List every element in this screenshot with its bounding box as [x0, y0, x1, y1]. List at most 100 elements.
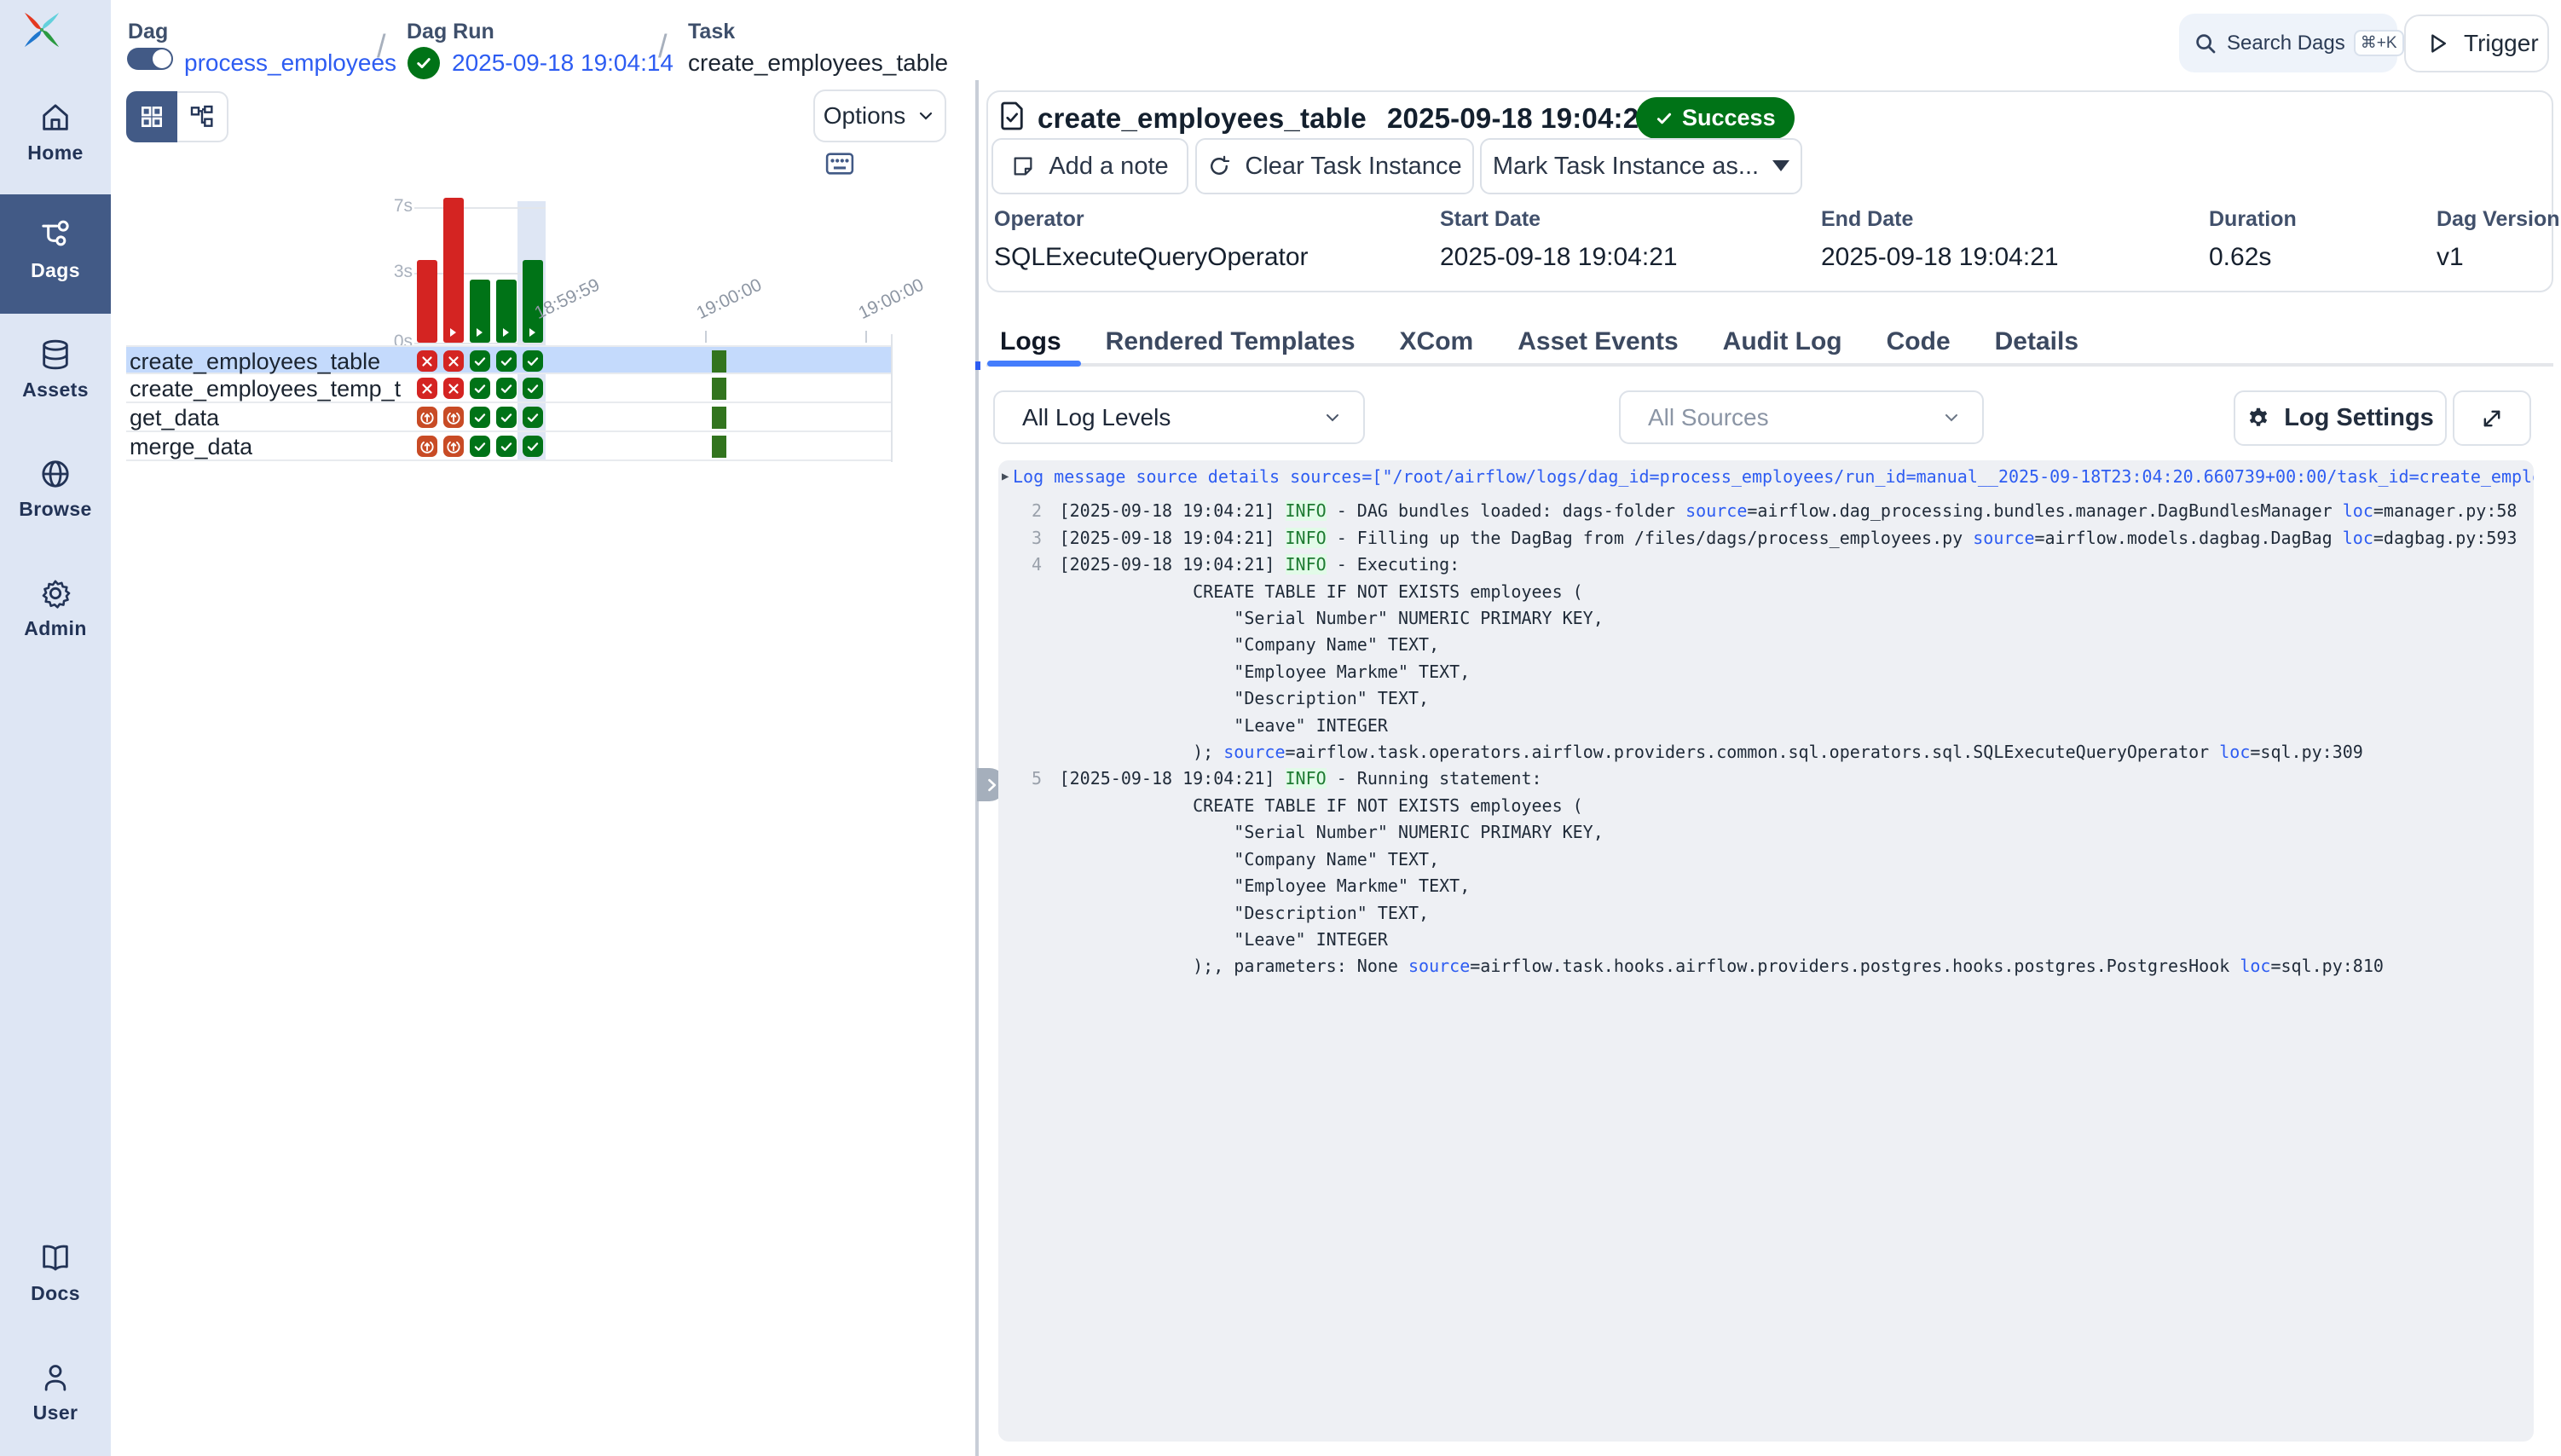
breadcrumb-dag-label: Dag [128, 20, 168, 44]
sidebar-item-browse[interactable]: Browse [0, 433, 111, 552]
clear-task-instance-button[interactable]: Clear Task Instance [1195, 138, 1474, 194]
tab-details[interactable]: Details [1995, 321, 2078, 363]
chevron-down-icon [1941, 407, 1962, 428]
success-status-icon[interactable] [470, 436, 490, 456]
keyboard-shortcuts-icon[interactable] [825, 151, 854, 176]
success-status-icon[interactable] [523, 436, 543, 456]
success-status-icon[interactable] [523, 350, 543, 371]
success-status-icon[interactable] [496, 407, 517, 427]
retry-status-icon[interactable] [417, 407, 437, 427]
grid-view-icon [138, 103, 165, 130]
sidebar-item-admin[interactable]: Admin [0, 552, 111, 672]
task-row[interactable]: get_data [126, 403, 891, 432]
task-name[interactable]: create_employees_table [130, 349, 380, 375]
task-run-bar[interactable] [712, 378, 726, 400]
retry-status-icon[interactable] [443, 407, 464, 427]
log-levels-value: All Log Levels [1022, 404, 1171, 431]
task-row[interactable]: merge_data [126, 432, 891, 461]
add-note-button[interactable]: Add a note [991, 138, 1188, 194]
task-name[interactable]: merge_data [130, 434, 252, 460]
gantt-bar[interactable] [470, 280, 490, 343]
success-status-icon[interactable] [496, 350, 517, 371]
search-dags-button[interactable]: Search Dags ⌘+K [2179, 14, 2397, 72]
sidebar-item-home[interactable]: Home [0, 77, 111, 196]
failed-status-icon[interactable] [417, 378, 437, 398]
breadcrumb-run-link[interactable]: 2025-09-18 19:04:14 [452, 49, 673, 77]
expand-logs-button[interactable] [2453, 390, 2531, 446]
options-button[interactable]: Options [813, 90, 946, 142]
trigger-label: Trigger [2464, 30, 2539, 57]
log-line-number [998, 605, 1042, 632]
meta-end-label: End Date [1821, 207, 1913, 232]
task-run-bar[interactable] [712, 407, 726, 429]
sidebar: Home Dags Assets Browse Admin [0, 0, 111, 1456]
success-status-icon[interactable] [470, 407, 490, 427]
meta-start-label: Start Date [1440, 207, 1541, 232]
sidebar-item-assets[interactable]: Assets [0, 314, 111, 433]
dag-pause-toggle[interactable] [127, 48, 173, 70]
log-line: "Leave" INTEGER [998, 713, 2534, 739]
tab-logs[interactable]: Logs [1000, 321, 1061, 363]
gantt-bar[interactable] [496, 280, 517, 343]
success-status-icon[interactable] [496, 436, 517, 456]
failed-status-icon[interactable] [443, 350, 464, 371]
breadcrumb-dag-link[interactable]: process_employees [184, 49, 396, 77]
log-line-number [998, 846, 1042, 873]
log-line-number [998, 873, 1042, 899]
assets-icon [38, 338, 72, 372]
tab-audit-log[interactable]: Audit Log [1723, 321, 1842, 363]
dags-icon [38, 218, 72, 252]
log-line-number [998, 819, 1042, 846]
retry-status-icon[interactable] [417, 436, 437, 456]
meta-operator-label: Operator [994, 207, 1084, 232]
task-run-bar[interactable] [712, 350, 726, 373]
success-status-icon[interactable] [523, 378, 543, 398]
gantt-bar[interactable] [417, 260, 437, 343]
task-name[interactable]: get_data [130, 405, 219, 431]
check-icon [1655, 109, 1674, 128]
gear-icon [2246, 407, 2270, 430]
sidebar-item-docs[interactable]: Docs [0, 1217, 111, 1337]
success-status-icon[interactable] [470, 350, 490, 371]
search-label: Search Dags [2227, 32, 2345, 55]
failed-status-icon[interactable] [443, 378, 464, 398]
log-line-number [998, 579, 1042, 605]
log-sources-select[interactable]: All Sources [1619, 390, 1984, 444]
docs-icon [38, 1241, 72, 1275]
grid-view-button[interactable] [126, 91, 177, 142]
graph-view-button[interactable] [177, 91, 228, 142]
user-icon [38, 1361, 72, 1395]
task-run-bar[interactable] [712, 436, 726, 458]
retry-status-icon[interactable] [443, 436, 464, 456]
sidebar-item-dags[interactable]: Dags [0, 194, 111, 314]
task-row[interactable]: create_employees_table [126, 345, 891, 374]
tab-code[interactable]: Code [1887, 321, 1951, 363]
failed-status-icon[interactable] [417, 350, 437, 371]
task-row[interactable]: create_employees_temp_t... [126, 374, 891, 403]
mark-task-instance-button[interactable]: Mark Task Instance as... [1480, 138, 1802, 194]
log-output[interactable]: ▶Log message source details sources=["/r… [998, 460, 2534, 1442]
log-line-number: 2 [998, 498, 1042, 524]
sidebar-item-label: Assets [0, 378, 111, 402]
log-settings-button[interactable]: Log Settings [2234, 390, 2447, 446]
log-line-number [998, 953, 1042, 979]
log-line-number [998, 793, 1042, 819]
task-name[interactable]: create_employees_temp_t... [130, 376, 402, 402]
chevron-right-icon [983, 777, 1000, 794]
expander-triangle-icon[interactable]: ▶ [1002, 464, 1009, 490]
tab-xcom[interactable]: XCom [1400, 321, 1474, 363]
log-levels-select[interactable]: All Log Levels [993, 390, 1365, 444]
log-source-summary[interactable]: ▶Log message source details sources=["/r… [998, 464, 2534, 490]
trigger-button[interactable]: Trigger [2404, 14, 2549, 72]
tab-rendered-templates[interactable]: Rendered Templates [1106, 321, 1356, 363]
success-status-icon[interactable] [523, 407, 543, 427]
chevron-down-icon [1322, 407, 1343, 428]
success-status-icon[interactable] [470, 378, 490, 398]
log-line: "Description" TEXT, [998, 685, 2534, 712]
tab-asset-events[interactable]: Asset Events [1518, 321, 1678, 363]
log-line-number [998, 739, 1042, 766]
success-status-icon[interactable] [496, 378, 517, 398]
sidebar-item-label: Browse [0, 498, 111, 521]
sidebar-item-user[interactable]: User [0, 1337, 111, 1456]
gantt-bar[interactable] [443, 198, 464, 343]
